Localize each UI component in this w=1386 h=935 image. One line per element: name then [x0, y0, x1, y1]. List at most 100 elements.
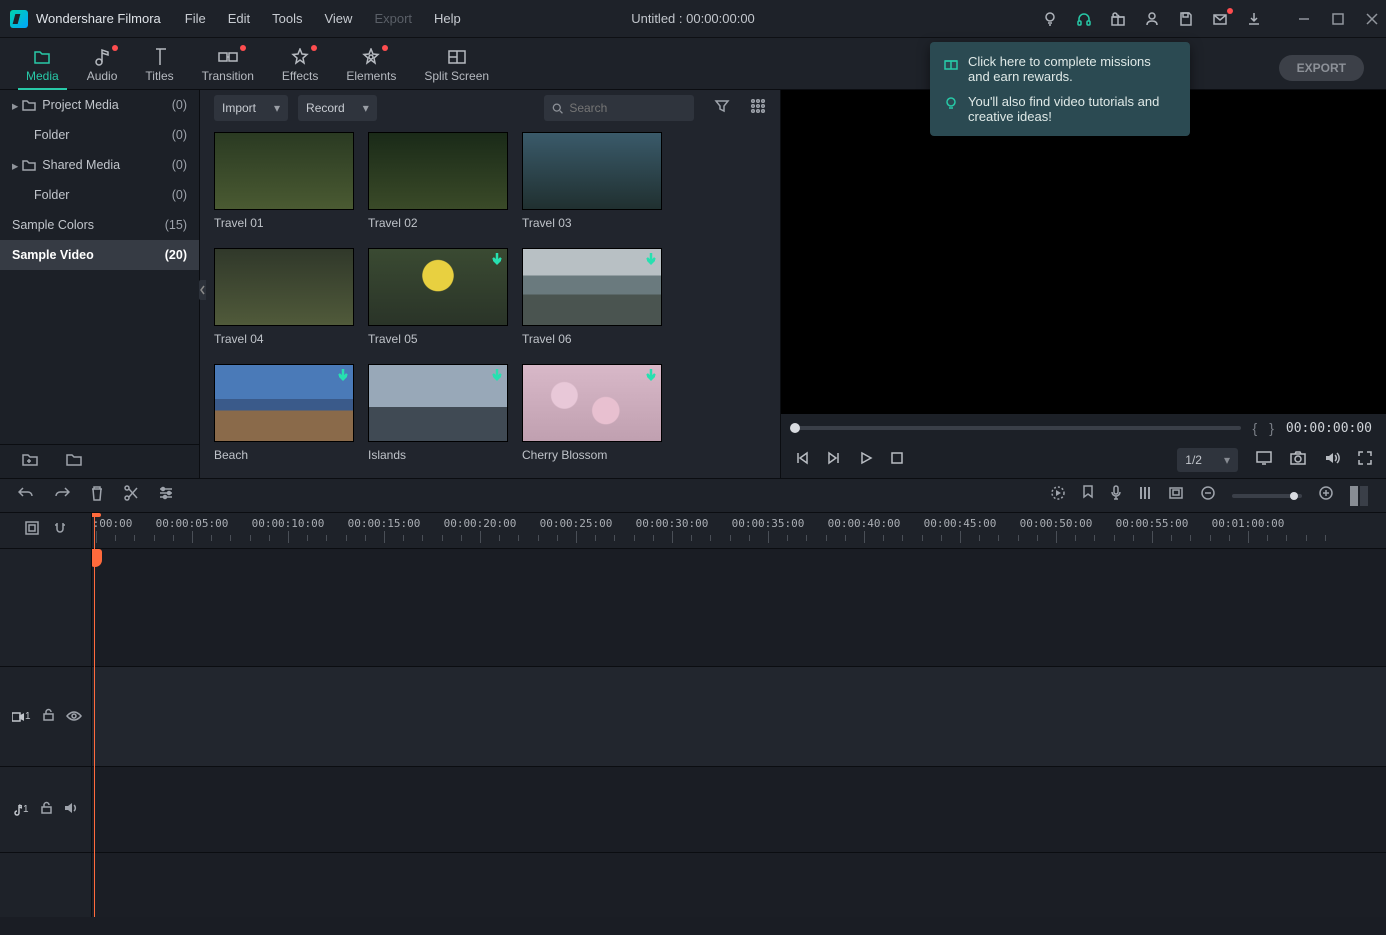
thumb-cherry-blossom[interactable]: Cherry Blossom: [522, 364, 662, 462]
undo-icon[interactable]: [18, 486, 34, 505]
audio-track-icon: 1: [12, 804, 29, 816]
preview-quality-dropdown[interactable]: 1/2▾: [1177, 448, 1238, 472]
preview-canvas[interactable]: [781, 90, 1386, 414]
snapshot-icon[interactable]: [1290, 451, 1306, 470]
mute-icon[interactable]: [64, 801, 78, 819]
stop-icon[interactable]: [891, 451, 903, 469]
titlebar: Wondershare Filmora FileEditToolsViewExp…: [0, 0, 1386, 38]
fullscreen-icon[interactable]: [1358, 451, 1372, 470]
titlebar-icons: [1040, 9, 1380, 29]
tab-media[interactable]: Media: [12, 43, 73, 89]
zoom-slider[interactable]: [1232, 494, 1302, 498]
gift-icon[interactable]: [1108, 9, 1128, 29]
ruler-label: 00:00:20:00: [444, 517, 517, 530]
timeline-toolbar: [0, 478, 1386, 512]
tab-transition[interactable]: Transition: [188, 43, 268, 89]
maximize-button[interactable]: [1330, 11, 1346, 27]
crop-icon[interactable]: [1168, 486, 1184, 505]
mark-out-icon[interactable]: }: [1269, 420, 1274, 436]
lightbulb-icon[interactable]: [1040, 9, 1060, 29]
marker-icon[interactable]: [1082, 485, 1094, 506]
timeline: 1 1 00:00:00:0000:00:05:0000:00:10:0000:…: [0, 512, 1386, 917]
zoom-out-icon[interactable]: [1200, 485, 1216, 506]
timeline-view-toggle[interactable]: [1350, 486, 1368, 506]
download-icon[interactable]: [1244, 9, 1264, 29]
tab-audio[interactable]: Audio: [73, 43, 132, 89]
video-track-icon: 1: [12, 711, 31, 722]
timeline-track-audio[interactable]: [92, 767, 1386, 853]
split-icon[interactable]: [124, 485, 138, 506]
magnet-icon[interactable]: [53, 521, 67, 540]
delete-icon[interactable]: [90, 485, 104, 506]
tab-elements[interactable]: Elements: [332, 43, 410, 89]
sidebar-item-sample-video[interactable]: Sample Video(20): [0, 240, 199, 270]
download-arrow-icon: [490, 252, 504, 268]
mail-icon[interactable]: [1210, 9, 1230, 29]
minimize-button[interactable]: [1296, 11, 1312, 27]
headphones-icon[interactable]: [1074, 9, 1094, 29]
lock-icon[interactable]: [43, 708, 54, 726]
import-dropdown[interactable]: Import▾: [214, 95, 288, 121]
menu-tools[interactable]: Tools: [262, 7, 312, 30]
lock-icon[interactable]: [41, 801, 52, 819]
thumb-travel-05[interactable]: Travel 05: [368, 248, 508, 346]
tab-split-screen[interactable]: Split Screen: [410, 43, 503, 89]
sidebar-item-folder[interactable]: Folder(0): [0, 120, 199, 150]
timeline-ruler[interactable]: 00:00:00:0000:00:05:0000:00:10:0000:00:1…: [92, 513, 1386, 549]
filter-icon[interactable]: [714, 98, 730, 119]
app-logo: [10, 10, 28, 28]
menu-view[interactable]: View: [314, 7, 362, 30]
tab-titles[interactable]: Titles: [131, 43, 187, 89]
ruler-label: 00:00:55:00: [1116, 517, 1189, 530]
voiceover-icon[interactable]: [1110, 485, 1122, 506]
audio-mixer-icon[interactable]: [1138, 485, 1152, 506]
sidebar-collapse-handle[interactable]: [199, 280, 206, 300]
sidebar-item-folder[interactable]: Folder(0): [0, 180, 199, 210]
zoom-in-icon[interactable]: [1318, 485, 1334, 506]
redo-icon[interactable]: [54, 486, 70, 505]
menu-file[interactable]: File: [175, 7, 216, 30]
sidebar-item-project-media[interactable]: ▸Project Media(0): [0, 90, 199, 120]
timeline-track-empty[interactable]: [92, 549, 1386, 667]
thumb-travel-03[interactable]: Travel 03: [522, 132, 662, 230]
timeline-options-icon[interactable]: [25, 521, 39, 540]
user-icon[interactable]: [1142, 9, 1162, 29]
save-icon[interactable]: [1176, 9, 1196, 29]
tab-effects[interactable]: Effects: [268, 43, 332, 89]
thumb-travel-04[interactable]: Travel 04: [214, 248, 354, 346]
ruler-label: 00:00:05:00: [156, 517, 229, 530]
download-arrow-icon: [490, 368, 504, 384]
volume-icon[interactable]: [1324, 451, 1340, 470]
tooltip-line2: You'll also find video tutorials and cre…: [968, 94, 1176, 124]
record-dropdown[interactable]: Record▾: [298, 95, 377, 121]
timeline-track-video[interactable]: [92, 667, 1386, 767]
tooltip-line1: Click here to complete missions and earn…: [968, 54, 1176, 84]
menu-edit[interactable]: Edit: [218, 7, 260, 30]
thumb-travel-02[interactable]: Travel 02: [368, 132, 508, 230]
thumb-beach[interactable]: Beach: [214, 364, 354, 462]
search-input[interactable]: [544, 95, 694, 121]
search-icon: [552, 102, 563, 115]
ruler-label: 00:00:45:00: [924, 517, 997, 530]
eye-icon[interactable]: [66, 708, 82, 726]
seek-bar[interactable]: [795, 426, 1241, 430]
export-button[interactable]: EXPORT: [1279, 55, 1364, 81]
render-icon[interactable]: [1050, 485, 1066, 506]
thumb-travel-06[interactable]: Travel 06: [522, 248, 662, 346]
menu-help[interactable]: Help: [424, 7, 471, 30]
folder-icon[interactable]: [66, 452, 82, 471]
mark-in-icon[interactable]: {: [1253, 420, 1258, 436]
display-icon[interactable]: [1256, 451, 1272, 470]
sidebar-item-shared-media[interactable]: ▸Shared Media(0): [0, 150, 199, 180]
adjust-icon[interactable]: [158, 486, 174, 505]
thumb-islands[interactable]: Islands: [368, 364, 508, 462]
playhead[interactable]: [94, 513, 95, 917]
play-icon[interactable]: [859, 451, 873, 470]
close-button[interactable]: [1364, 11, 1380, 27]
step-forward-icon[interactable]: [827, 451, 841, 470]
step-back-icon[interactable]: [795, 451, 809, 470]
grid-view-icon[interactable]: [750, 98, 766, 119]
thumb-travel-01[interactable]: Travel 01: [214, 132, 354, 230]
sidebar-item-sample-colors[interactable]: Sample Colors(15): [0, 210, 199, 240]
new-folder-icon[interactable]: [22, 452, 38, 471]
